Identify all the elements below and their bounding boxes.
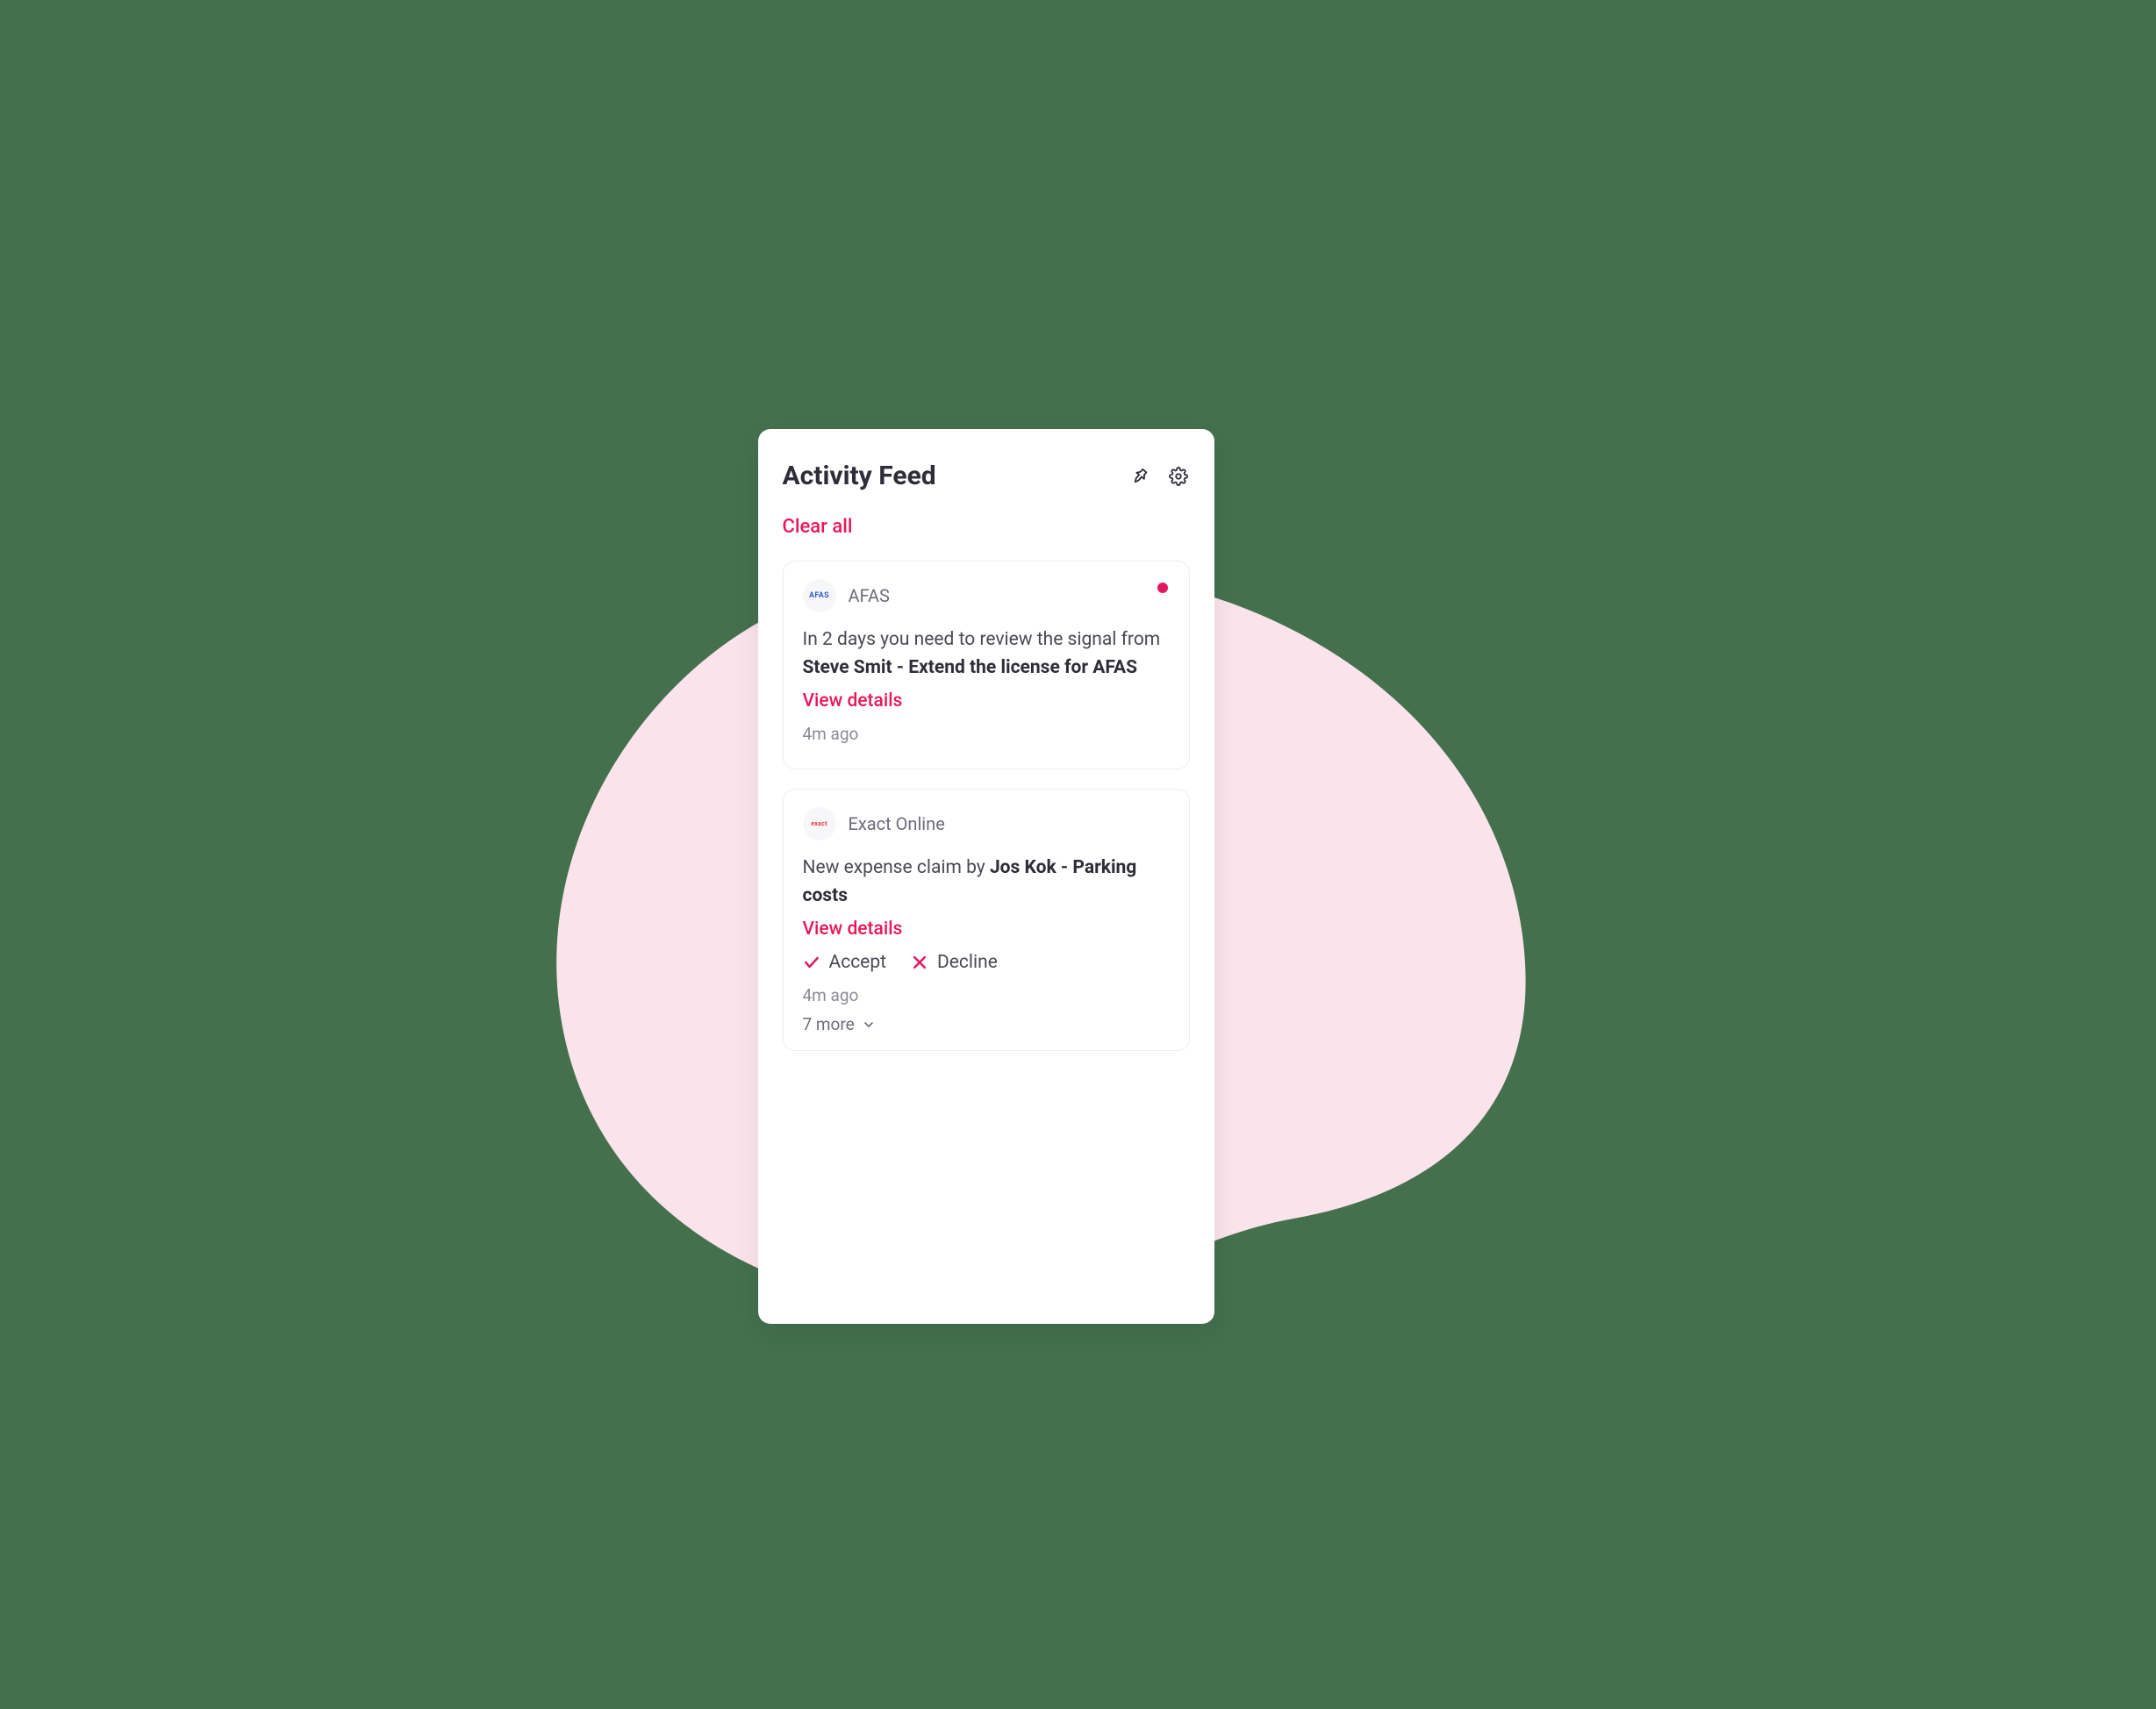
card-body: New expense claim by Jos Kok - Parking c… xyxy=(803,854,1170,910)
card-timestamp: 4m ago xyxy=(803,985,1170,1005)
gear-icon[interactable] xyxy=(1167,465,1190,488)
activity-card: exact Exact Online New expense claim by … xyxy=(783,789,1190,1051)
view-details-link[interactable]: View details xyxy=(803,919,903,940)
header-icons xyxy=(1128,465,1190,488)
clear-all-button[interactable]: Clear all xyxy=(783,516,1190,538)
source-name: AFAS xyxy=(849,585,890,606)
card-header: exact Exact Online xyxy=(803,807,1170,840)
check-icon xyxy=(803,954,820,971)
source-avatar: exact xyxy=(803,807,836,840)
chevron-down-icon xyxy=(862,1018,876,1032)
more-label: 7 more xyxy=(803,1014,855,1034)
card-body-text: New expense claim by xyxy=(803,857,990,878)
card-body-bold: Steve Smit - Extend the license for AFAS xyxy=(803,657,1138,678)
close-icon xyxy=(911,954,928,971)
card-actions: Accept Decline xyxy=(803,952,1170,973)
unread-indicator xyxy=(1157,583,1168,593)
accept-button[interactable]: Accept xyxy=(803,952,886,973)
source-avatar: AFAS xyxy=(803,579,836,612)
decline-label: Decline xyxy=(937,952,998,973)
panel-header: Activity Feed xyxy=(783,461,1190,491)
card-body: In 2 days you need to review the signal … xyxy=(803,626,1170,682)
view-details-link[interactable]: View details xyxy=(803,690,903,711)
more-toggle[interactable]: 7 more xyxy=(803,1014,1170,1034)
source-name: Exact Online xyxy=(849,813,945,834)
card-timestamp: 4m ago xyxy=(803,724,1170,744)
decline-button[interactable]: Decline xyxy=(911,952,998,973)
accept-label: Accept xyxy=(829,952,886,973)
activity-card: AFAS AFAS In 2 days you need to review t… xyxy=(783,561,1190,769)
card-header: AFAS AFAS xyxy=(803,579,1170,612)
activity-feed-panel: Activity Feed Clear all xyxy=(758,429,1214,1324)
card-body-text: In 2 days you need to review the signal … xyxy=(803,629,1161,650)
panel-title: Activity Feed xyxy=(783,461,936,491)
pin-icon[interactable] xyxy=(1128,465,1151,488)
